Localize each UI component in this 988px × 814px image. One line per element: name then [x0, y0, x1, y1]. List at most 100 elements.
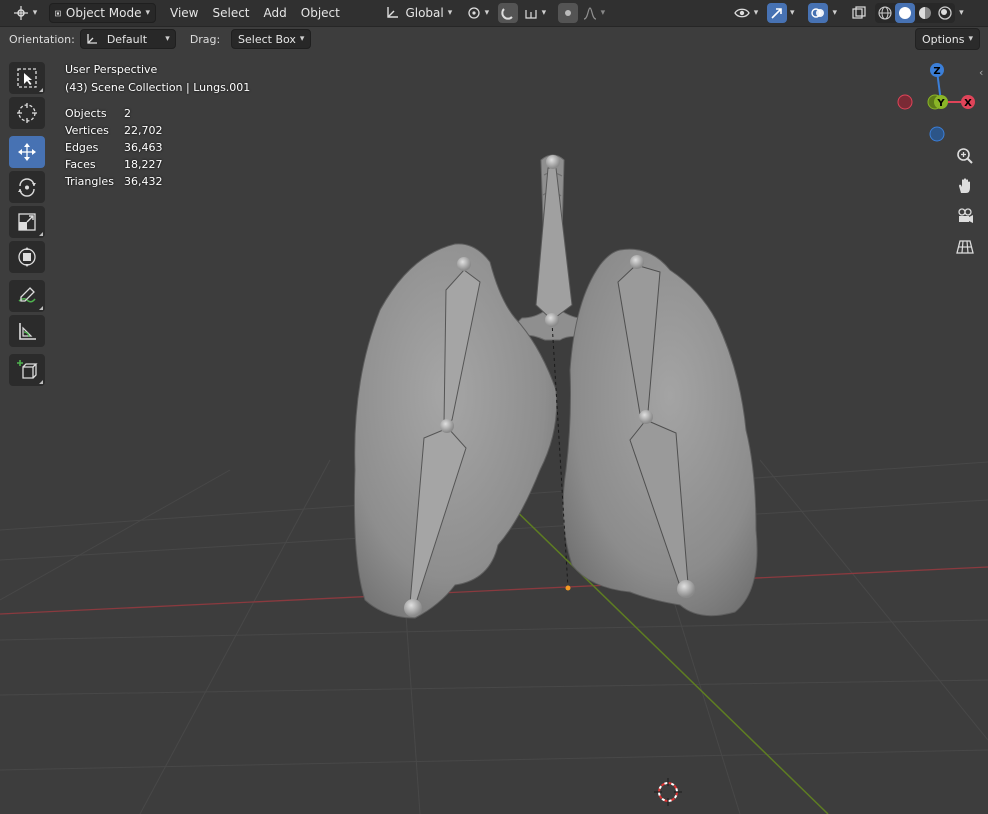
move-tool[interactable]: [9, 136, 45, 168]
proportional-edit-toggle[interactable]: [557, 3, 578, 23]
shading-group: [875, 3, 956, 23]
x-axis-line: [0, 566, 988, 615]
eye-icon: [733, 8, 750, 18]
orientation-field-label: Orientation:: [9, 32, 75, 46]
options-button[interactable]: Options ▾: [915, 28, 980, 50]
object-mode-icon: [55, 10, 61, 16]
overlays-toggle[interactable]: [807, 3, 828, 23]
object-origin-dot: [565, 585, 571, 591]
menu-object[interactable]: Object: [294, 3, 347, 23]
add-cube-icon: [17, 360, 38, 379]
select-box-tool[interactable]: [9, 62, 45, 94]
view-perspective-label: User Perspective: [65, 63, 158, 76]
stat-value: 36,432: [124, 175, 163, 188]
pivot-icon: [467, 7, 480, 19]
chevron-down-icon: ▾: [968, 34, 973, 44]
scene-stats-table: Objects 2 Vertices 22,702 Edges 36,463 F…: [65, 105, 163, 190]
transform-orientation-select[interactable]: Global ▾: [380, 3, 458, 23]
cursor-target-icon: [17, 103, 37, 123]
snap-increment-icon: [524, 10, 537, 19]
zoom-button[interactable]: [952, 143, 978, 169]
scale-tool[interactable]: [9, 206, 45, 238]
zoom-magnifier-icon: [957, 148, 973, 164]
orientation-axes-icon: [387, 7, 399, 18]
active-collection-label: (43) Scene Collection | Lungs.001: [65, 81, 251, 94]
stat-row: Faces 18,227: [65, 156, 163, 173]
perspective-toggle-button[interactable]: [952, 234, 978, 260]
camera-view-button[interactable]: [952, 203, 978, 229]
menu-add[interactable]: Add: [257, 3, 294, 23]
hand-icon: [959, 178, 970, 193]
transform-tool[interactable]: [9, 241, 45, 273]
pencil-icon: [18, 287, 36, 303]
move-arrows-icon: [18, 143, 36, 161]
editor-type-button[interactable]: ▾: [8, 3, 42, 23]
sidebar-toggle-icon[interactable]: ‹: [979, 66, 983, 79]
transform-icon: [18, 247, 36, 267]
viewport-stats-overlay: User Perspective (43) Scene Collection |…: [65, 61, 250, 190]
wireframe-shading-button[interactable]: [875, 3, 895, 23]
xray-toggle[interactable]: [849, 3, 869, 23]
orientation-value: Default: [106, 32, 148, 46]
add-cube-tool[interactable]: [9, 354, 45, 386]
shading-chevron-icon[interactable]: ▾: [959, 8, 964, 18]
rendered-shading-button[interactable]: [935, 3, 955, 23]
orientation-dropdown[interactable]: Default ▾: [79, 29, 176, 49]
options-label: Options: [922, 32, 965, 46]
mode-label: Object Mode: [65, 6, 142, 20]
menu-select[interactable]: Select: [205, 3, 256, 23]
wireframe-sphere-icon: [878, 6, 892, 20]
cursor-tool[interactable]: [9, 97, 45, 129]
stat-row: Triangles 36,432: [65, 173, 163, 190]
stat-label: Edges: [65, 141, 99, 154]
tool-flyout-indicator: [39, 232, 43, 236]
rotate-tool[interactable]: [9, 171, 45, 203]
tool-settings-row: Orientation: Default ▾ Drag: Select Box …: [0, 27, 988, 51]
rendered-sphere-icon: [938, 6, 952, 20]
chevron-down-icon: ▾: [32, 8, 38, 18]
falloff-curve-icon: [583, 7, 596, 20]
material-shading-button[interactable]: [915, 3, 935, 23]
overlays-icon: [810, 8, 824, 18]
stat-value: 36,463: [124, 141, 163, 154]
tool-flyout-indicator: [39, 306, 43, 310]
chevron-down-icon: ▾: [753, 8, 759, 18]
stat-label: Vertices: [65, 124, 109, 137]
stat-row: Edges 36,463: [65, 139, 163, 156]
stat-value: 22,702: [124, 124, 163, 137]
stat-label: Objects: [65, 107, 107, 120]
annotate-tool[interactable]: [9, 280, 45, 312]
gizmo-toggle[interactable]: [767, 3, 787, 23]
chevron-down-icon: ▾: [447, 8, 453, 18]
grid-perspective-icon: [956, 240, 974, 254]
rotate-icon: [18, 178, 36, 197]
drag-field-label: Drag:: [189, 32, 221, 46]
chevron-down-icon: ▾: [484, 8, 490, 18]
drag-dropdown[interactable]: Select Box ▾: [231, 29, 312, 49]
navigation-gizmo[interactable]: Z Y X: [895, 62, 979, 144]
drag-value: Select Box: [238, 32, 296, 46]
viewport-header: ▾ Object Mode ▾ View Select Add Object G…: [0, 0, 988, 27]
axis-gizmo: Z Y X: [897, 63, 975, 142]
chevron-down-icon: ▾: [145, 8, 150, 18]
overlays-chevron-icon[interactable]: ▾: [833, 8, 838, 18]
solid-shading-button[interactable]: [895, 3, 916, 23]
gizmo-arrow-icon: [771, 8, 782, 19]
gizmo-chevron-icon[interactable]: ▾: [790, 8, 795, 18]
snap-target-select[interactable]: ▾: [520, 3, 550, 23]
falloff-select[interactable]: ▾: [580, 3, 608, 23]
chevron-down-icon: ▾: [165, 34, 170, 44]
chevron-down-icon: ▾: [299, 34, 305, 44]
snap-toggle[interactable]: [497, 3, 518, 23]
tool-flyout-indicator: [39, 88, 43, 92]
stat-value: 18,227: [124, 158, 163, 171]
visibility-select[interactable]: ▾: [731, 3, 761, 23]
editor-type-icon: [13, 6, 28, 20]
pan-button[interactable]: [952, 173, 978, 199]
measure-tool[interactable]: [9, 315, 45, 347]
stat-row: Vertices 22,702: [65, 122, 163, 139]
stat-label: Faces: [65, 158, 96, 171]
pivot-point-select[interactable]: ▾: [462, 3, 494, 23]
menu-view[interactable]: View: [163, 3, 205, 23]
mode-select[interactable]: Object Mode ▾: [49, 3, 156, 23]
